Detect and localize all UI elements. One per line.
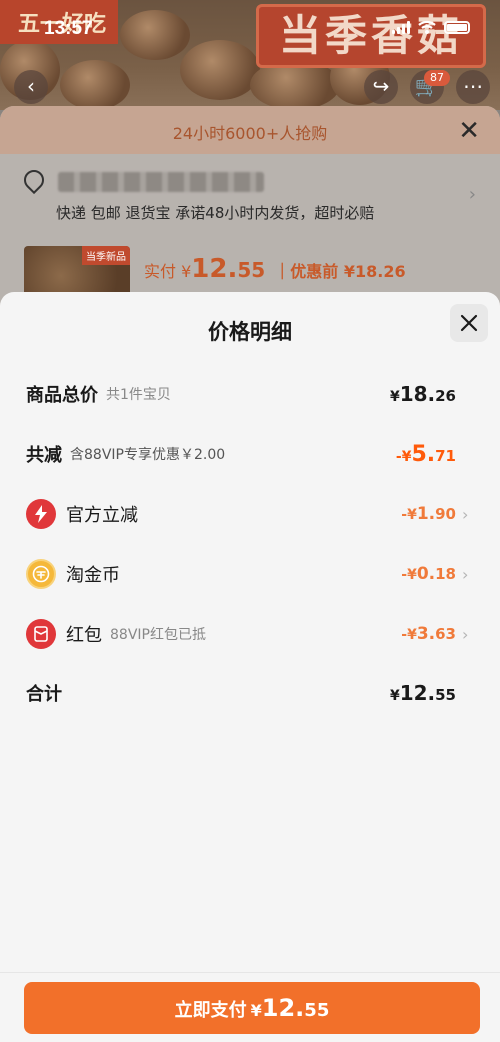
official-discount-row[interactable]: 官方立减 -¥ 1. 90 › [26, 499, 474, 529]
row-amount: -¥ 3. 63 [401, 624, 456, 644]
row-sub: 含88VIP专享优惠￥2.00 [70, 447, 226, 463]
sheet-title: 价格明细 [208, 320, 292, 344]
close-icon[interactable]: ✕ [458, 116, 480, 146]
red-packet-icon [26, 619, 56, 649]
hot-sale-text: 24小时6000+人抢购 [172, 124, 328, 143]
row-amount: -¥ 5. 71 [395, 441, 456, 467]
row-label: 淘金币 [66, 565, 120, 586]
wifi-icon [418, 20, 436, 34]
footer-divider [0, 972, 500, 973]
red-packet-row[interactable]: 红包 88VIP红包已抵 -¥ 3. 63 › [26, 619, 474, 649]
cart-count-badge: 87 [424, 70, 450, 86]
close-button[interactable] [450, 304, 488, 342]
hot-sale-row: 24小时6000+人抢购 ✕ [0, 106, 500, 154]
row-amount: ¥18. 26 [389, 382, 456, 406]
coin-icon [26, 559, 56, 589]
order-sheet-background: 24小时6000+人抢购 ✕ › 快递 包邮 退货宝 承诺48小时内发货，超时必… [0, 106, 500, 306]
row-amount: -¥ 0. 18 [401, 564, 456, 584]
grand-total-row: 合计 ¥12. 55 [26, 678, 474, 708]
more-icon[interactable]: ⋯ [456, 70, 490, 104]
row-label: 商品总价 [26, 385, 98, 406]
chevron-right-icon: › [468, 184, 476, 205]
row-amount: -¥ 1. 90 [401, 504, 456, 524]
status-time: 13:57 [44, 18, 93, 39]
price-details-sheet: 价格明细 商品总价 共1件宝贝 ¥18. 26 共减 含88VIP专享优惠￥2.0… [0, 292, 500, 1042]
row-label: 官方立减 [66, 505, 138, 526]
status-bar: 13:57 [0, 0, 500, 58]
lightning-icon [26, 499, 56, 529]
row-sub: 88VIP红包已抵 [110, 627, 206, 643]
chevron-right-icon: › [462, 564, 469, 584]
chevron-right-icon: › [462, 504, 469, 524]
row-sub: 共1件宝贝 [106, 387, 171, 403]
row-amount: ¥12. 55 [389, 681, 456, 705]
chevron-right-icon: › [462, 624, 469, 644]
new-product-tag: 当季新品 [82, 246, 130, 265]
total-price-row: 商品总价 共1件宝贝 ¥18. 26 [26, 379, 474, 409]
background-price: 实付 ¥12.55 ｜优惠前 ¥18.26 [144, 254, 406, 284]
close-icon [460, 314, 478, 332]
row-label: 红包 [66, 625, 102, 646]
battery-icon [444, 20, 470, 34]
row-label: 合计 [26, 684, 62, 705]
coin-discount-row[interactable]: 淘金币 -¥ 0. 18 › [26, 559, 474, 589]
cellular-signal-icon [392, 20, 410, 34]
location-icon [19, 165, 49, 195]
share-icon[interactable]: ↪ [364, 70, 398, 104]
total-discount-row: 共减 含88VIP专享优惠￥2.00 -¥ 5. 71 [26, 439, 474, 469]
row-label: 共减 [26, 445, 62, 466]
pay-now-button[interactable]: 立即支付 ¥12. 55 [24, 982, 480, 1034]
shipping-info: 快递 包邮 退货宝 承诺48小时内发货，超时必赔 [56, 204, 375, 222]
address-redacted[interactable] [58, 172, 264, 192]
back-icon[interactable]: ‹ [14, 70, 48, 104]
